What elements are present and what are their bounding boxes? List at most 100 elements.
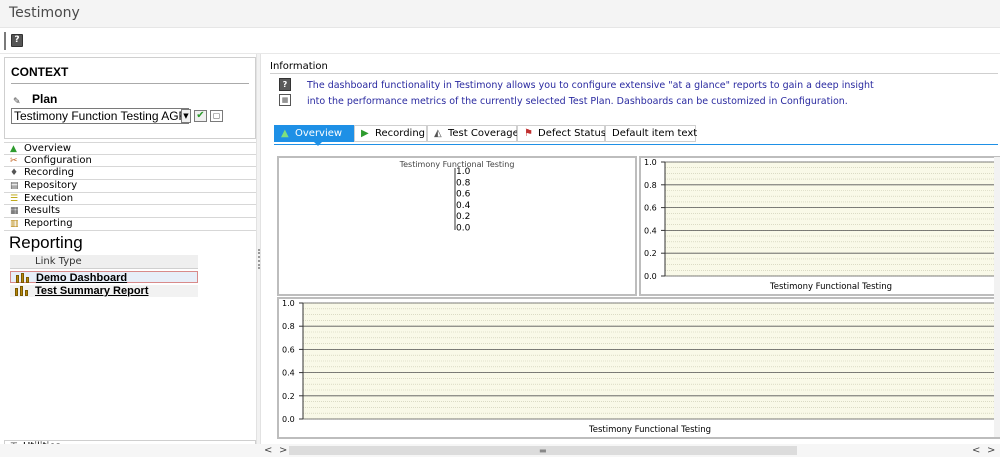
app-title-bar: Testimony — [0, 0, 1000, 28]
y-tick-label: 0.8 — [282, 322, 295, 331]
y-tick-label: 0.0 — [282, 415, 295, 424]
pane-splitter[interactable] — [256, 54, 261, 457]
plan-select[interactable]: Testimony Function Testing AGR — [11, 108, 189, 124]
y-tick-label: 0.2 — [456, 212, 470, 222]
tab-recording[interactable]: ▶ Recording — [354, 125, 427, 142]
x-axis-label: Testimony Functional Testing — [588, 425, 711, 435]
right-pane: Information ? ▦ The dashboard functional… — [264, 58, 1000, 457]
report-link-label: Test Summary Report — [35, 285, 149, 297]
nav-item-recording[interactable]: ♦ Recording — [4, 167, 256, 181]
information-divider — [270, 73, 998, 74]
nav-list: ▲ Overview ✂ Configuration ♦ Recording ▤ Rep… — [4, 142, 256, 231]
y-tick-label: 0.4 — [456, 201, 471, 211]
chart-panel-1: Testimony Functional Testing 1.0 0.8 0.6 0.4… — [277, 156, 637, 296]
nav-item-label: Reporting — [24, 218, 73, 230]
y-tick-label: 0.4 — [282, 369, 295, 378]
execution-icon: ☰ — [10, 193, 19, 204]
y-tick-label: 0.0 — [644, 272, 657, 281]
results-icon: ▦ — [10, 206, 19, 217]
play-icon: ▶ — [361, 128, 369, 139]
tab-overview[interactable]: ▲ Overview — [274, 125, 354, 142]
tab-test-coverage[interactable]: ◭ Test Coverage — [427, 125, 519, 142]
plan-new-button[interactable]: ▢ — [210, 110, 223, 122]
nav-item-label: Overview — [24, 143, 72, 154]
context-divider — [11, 83, 249, 84]
link-type-header[interactable]: Link Type — [10, 255, 198, 269]
recording-icon: ♦ — [10, 168, 19, 179]
chart-1: Testimony Functional Testing1.00.80.60.4… — [399, 160, 515, 234]
repository-icon: ▤ — [10, 181, 19, 192]
overview-icon: ▲ — [281, 128, 289, 139]
report-link-label: Demo Dashboard — [36, 272, 128, 284]
report-link-test-summary[interactable]: Test Summary Report — [10, 285, 198, 297]
nav-item-repository[interactable]: ▤ Repository — [4, 180, 256, 193]
chart-3: 1.0 0.8 0.6 0.4 0.2 0.0 Testimony Functional T… — [282, 299, 997, 435]
plan-label: Plan — [32, 92, 58, 106]
nav-item-results[interactable]: ▦ Results — [4, 205, 256, 219]
splitter-grip[interactable] — [258, 249, 260, 269]
information-label: Information — [270, 61, 328, 72]
context-panel: CONTEXT ✎ Plan Testimony Function Testin… — [4, 57, 256, 139]
link-type-header-label: Link Type — [35, 256, 82, 267]
help-icon[interactable]: ? — [11, 34, 23, 47]
y-tick-label: 0.8 — [644, 181, 657, 190]
x-axis-label: Testimony Functional Testing — [769, 282, 892, 292]
chart-2: 1.0 0.8 0.6 0.4 0.2 0.0 Testimony Functional T… — [644, 158, 997, 292]
scroll-right-icon[interactable]: > — [987, 444, 995, 457]
tab-defect-status[interactable]: ⚑ Defect Status — [517, 125, 606, 142]
nav-item-overview[interactable]: ▲ Overview — [4, 142, 256, 155]
tab-label: Default item text — [612, 128, 698, 139]
nav-item-execution[interactable]: ☰ Execution — [4, 192, 256, 206]
nav-item-reporting[interactable]: ▥ Reporting — [4, 218, 256, 231]
y-tick-label: 0.4 — [644, 226, 657, 235]
tab-label: Defect Status — [538, 128, 606, 139]
plan-confirm-button[interactable]: ✔ — [194, 110, 207, 122]
nav-item-label: Configuration — [24, 154, 92, 166]
y-tick-label: 1.0 — [456, 167, 471, 177]
nav-item-label: Results — [24, 205, 61, 217]
nav-item-label: Execution — [24, 192, 74, 204]
chevron-down-icon[interactable]: ▼ — [181, 109, 191, 123]
left-pane: CONTEXT ✎ Plan Testimony Function Testin… — [4, 57, 256, 457]
scroll-left-icon[interactable]: < — [972, 444, 980, 457]
context-title: CONTEXT — [11, 65, 69, 79]
scroll-left-icon[interactable]: < — [264, 444, 272, 457]
horizontal-scrollbar[interactable]: < > ▬ < > — [0, 444, 1000, 457]
configuration-icon: ✂ — [10, 155, 18, 166]
report-link-demo-dashboard[interactable]: Demo Dashboard — [10, 271, 198, 284]
dashboard-area: Testimony Functional Testing 1.0 0.8 0.6 0.4… — [274, 152, 1000, 447]
coverage-icon: ◭ — [434, 128, 442, 139]
tab-label: Overview — [295, 128, 343, 139]
information-line-2: into the performance metrics of the curr… — [307, 95, 848, 107]
plan-icon: ✎ — [13, 97, 21, 107]
y-tick-label: 0.2 — [282, 392, 295, 401]
chart-panel-2: 1.0 0.8 0.6 0.4 0.2 0.0 Testimony Functional T… — [639, 156, 1000, 296]
nav-item-label: Recording — [24, 167, 75, 179]
reporting-heading: Reporting — [9, 233, 83, 252]
vertical-scrollbar[interactable] — [994, 157, 1000, 437]
nav-item-configuration[interactable]: ✂ Configuration — [4, 154, 256, 168]
report-icon — [15, 286, 29, 296]
information-line-1: The dashboard functionality in Testimony… — [307, 80, 874, 91]
flag-icon: ⚑ — [524, 128, 533, 139]
y-tick-label: 1.0 — [282, 299, 295, 308]
y-tick-label: 0.2 — [644, 249, 657, 258]
y-tick-label: 0.6 — [456, 190, 471, 200]
scroll-right-icon[interactable]: > — [279, 444, 287, 457]
y-tick-label: 0.6 — [644, 204, 657, 213]
tab-default-item[interactable]: Default item text — [605, 125, 698, 142]
y-tick-label: 1.0 — [644, 158, 657, 167]
toolbar-separator — [4, 32, 6, 50]
y-tick-label: 0.6 — [282, 345, 295, 354]
app-title: Testimony — [9, 5, 80, 21]
chart-panel-3: 1.0 0.8 0.6 0.4 0.2 0.0 Testimony Functional T… — [277, 297, 1000, 439]
active-tab-indicator — [314, 142, 322, 146]
toolbar: ? — [0, 28, 1000, 54]
nav-item-label: Repository — [24, 180, 78, 192]
help-icon: ? — [279, 78, 291, 91]
information-text: The dashboard functionality in Testimony… — [307, 78, 947, 109]
reporting-icon: ▥ — [10, 219, 19, 230]
scrollbar-grip: ▬ — [539, 446, 547, 455]
tab-label: Test Coverage — [448, 128, 519, 139]
y-tick-label: 0.8 — [456, 178, 471, 188]
